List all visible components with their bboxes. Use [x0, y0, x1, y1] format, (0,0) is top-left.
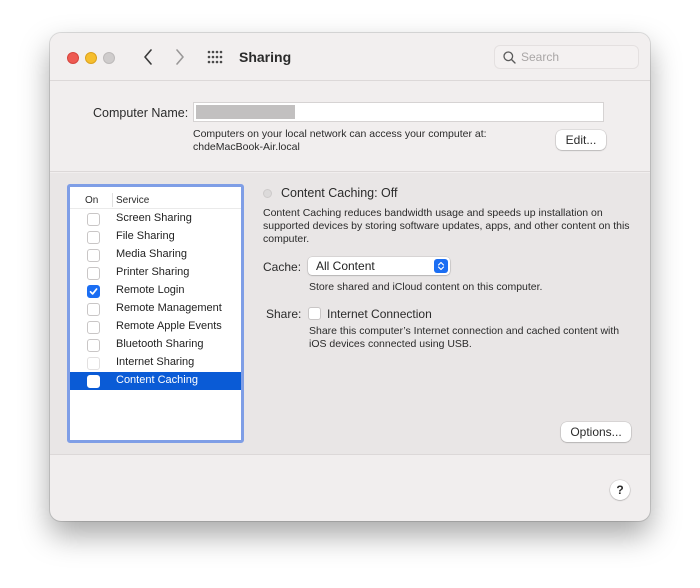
service-checkbox[interactable]	[87, 285, 100, 298]
service-row[interactable]: Content Caching	[70, 372, 241, 390]
minimize-button[interactable]	[85, 52, 97, 64]
cache-label: Cache:	[263, 260, 302, 274]
service-checkbox[interactable]	[87, 267, 100, 280]
close-button[interactable]	[67, 52, 79, 64]
service-label: Media Sharing	[116, 248, 187, 260]
cache-value: All Content	[316, 259, 375, 273]
service-description: Content Caching reduces bandwidth usage …	[263, 207, 630, 245]
service-label: Bluetooth Sharing	[116, 338, 204, 350]
service-list-header: On Service	[70, 187, 241, 209]
help-button[interactable]: ?	[610, 480, 630, 500]
chevron-right-icon	[176, 49, 184, 65]
cache-note: Store shared and iCloud content on this …	[309, 281, 543, 293]
search-placeholder: Search	[521, 50, 560, 64]
share-note: Share this computer’s Internet connectio…	[309, 325, 620, 350]
service-label: Printer Sharing	[116, 266, 190, 278]
service-row[interactable]: Screen Sharing	[70, 210, 241, 228]
computer-name-label: Computer Name:	[93, 106, 189, 120]
back-button[interactable]	[138, 46, 158, 68]
chevron-left-icon	[144, 49, 152, 65]
service-row[interactable]: Remote Management	[70, 300, 241, 318]
checkmark-icon	[89, 288, 98, 295]
search-icon	[503, 50, 516, 64]
service-checkbox[interactable]	[87, 321, 100, 334]
service-label: Internet Sharing	[116, 356, 195, 368]
service-row[interactable]: Remote Apple Events	[70, 318, 241, 336]
service-row[interactable]: Internet Sharing	[70, 354, 241, 372]
share-label: Share:	[266, 307, 302, 321]
service-checkbox[interactable]	[87, 375, 100, 388]
service-label: Remote Apple Events	[116, 320, 222, 332]
service-label: Screen Sharing	[116, 212, 192, 224]
service-row[interactable]: Media Sharing	[70, 246, 241, 264]
header-divider	[112, 193, 113, 207]
service-row[interactable]: Bluetooth Sharing	[70, 336, 241, 354]
service-checkbox[interactable]	[87, 249, 100, 262]
computer-name-section: Computer Name: Computers on your local n…	[50, 82, 650, 172]
search-field[interactable]: Search	[494, 45, 639, 69]
cache-popup[interactable]: All Content	[308, 257, 450, 275]
status-indicator-icon	[263, 189, 272, 198]
services-section: On Service Screen Sharing File Sharing Med…	[50, 173, 650, 455]
local-address-text: Computers on your local network can acce…	[193, 128, 487, 140]
service-checkbox[interactable]	[87, 303, 100, 316]
status-text: Content Caching: Off	[281, 186, 398, 200]
local-address-info: Computers on your local network can acce…	[193, 128, 487, 154]
forward-button[interactable]	[170, 46, 190, 68]
service-row[interactable]: File Sharing	[70, 228, 241, 246]
edit-button[interactable]: Edit...	[556, 130, 606, 150]
service-row[interactable]: Printer Sharing	[70, 264, 241, 282]
header-service[interactable]: Service	[116, 195, 149, 206]
updown-chevron-icon	[434, 259, 448, 273]
service-label: Remote Management	[116, 302, 222, 314]
service-list[interactable]: On Service Screen Sharing File Sharing Med…	[67, 184, 244, 443]
local-hostname: chdeMacBook-Air.local	[193, 141, 300, 153]
internet-connection-label[interactable]: Internet Connection	[327, 307, 432, 321]
options-button[interactable]: Options...	[561, 422, 631, 442]
header-on[interactable]: On	[85, 195, 98, 206]
window-title: Sharing	[239, 49, 292, 65]
service-checkbox[interactable]	[87, 357, 100, 370]
computer-name-input[interactable]	[193, 102, 604, 122]
service-label: Remote Login	[116, 284, 185, 296]
redacted-name	[196, 105, 295, 119]
service-label: File Sharing	[116, 230, 175, 242]
service-checkbox[interactable]	[87, 339, 100, 352]
service-checkbox[interactable]	[87, 231, 100, 244]
service-row[interactable]: Remote Login	[70, 282, 241, 300]
service-checkbox[interactable]	[87, 213, 100, 226]
show-all-grid-icon[interactable]	[207, 50, 223, 64]
internet-connection-checkbox[interactable]	[308, 307, 321, 320]
sharing-window: Sharing Search Computer Name: Computers …	[50, 33, 650, 521]
service-label: Content Caching	[116, 374, 198, 386]
title-bar: Sharing Search	[50, 33, 650, 81]
zoom-button[interactable]	[103, 52, 115, 64]
